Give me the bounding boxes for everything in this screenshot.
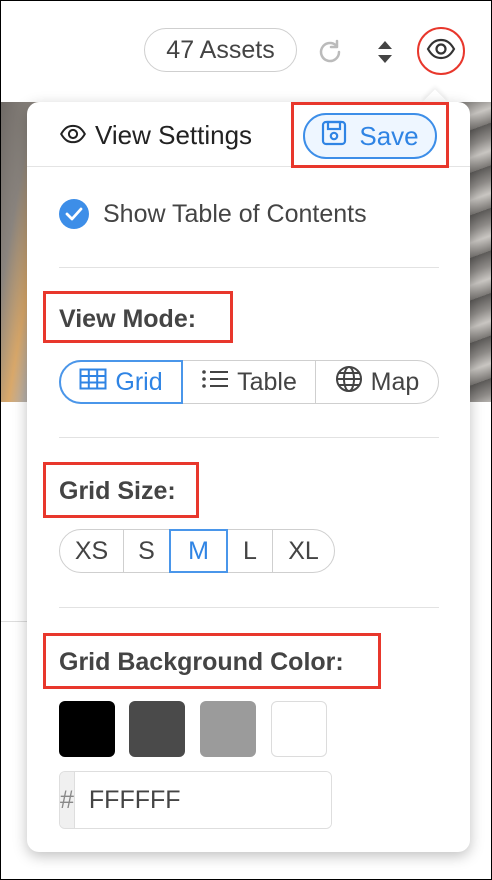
hex-color-input[interactable] (74, 772, 331, 828)
grid-size-s-label: S (138, 536, 155, 565)
list-icon (201, 368, 229, 397)
eye-icon (59, 120, 87, 151)
grid-size-l-label: L (243, 536, 257, 565)
sort-icon[interactable] (371, 35, 399, 69)
save-label: Save (359, 120, 419, 151)
assets-count-badge[interactable]: 47 Assets (144, 28, 297, 72)
grid-size-xl-label: XL (288, 536, 319, 565)
grid-size-xs[interactable]: XS (60, 530, 124, 572)
refresh-icon[interactable] (313, 35, 347, 69)
swatch-gray[interactable] (200, 701, 256, 757)
view-mode-grid[interactable]: Grid (59, 360, 183, 404)
show-toc-checkbox[interactable]: Show Table of Contents (59, 198, 367, 230)
view-mode-grid-label: Grid (115, 367, 163, 396)
hex-color-field: # (59, 771, 332, 829)
grid-size-m[interactable]: M (169, 529, 228, 573)
swatch-black[interactable] (59, 701, 115, 757)
hex-prefix: # (60, 772, 75, 828)
grid-icon (79, 368, 107, 397)
view-mode-map[interactable]: Map (316, 361, 438, 403)
save-icon (321, 120, 347, 153)
view-mode-table-label: Table (237, 367, 297, 396)
view-settings-panel: View Settings Save Show Table of Content… (27, 102, 470, 852)
swatch-dark-gray[interactable] (129, 701, 185, 757)
view-mode-map-label: Map (370, 367, 420, 396)
grid-size-l[interactable]: L (228, 530, 273, 572)
grid-size-m-label: M (188, 536, 209, 565)
panel-title: View Settings (59, 119, 252, 151)
eye-icon (426, 38, 456, 65)
divider (59, 437, 439, 438)
show-toc-label: Show Table of Contents (103, 199, 367, 228)
divider (59, 267, 439, 268)
panel-title-label: View Settings (95, 119, 253, 150)
app-window: 47 Assets View Settings Save Show Table … (0, 0, 492, 880)
view-settings-button[interactable] (417, 27, 465, 75)
assets-count-label: 47 Assets (166, 35, 275, 64)
swatch-white[interactable] (271, 701, 327, 757)
view-mode-table[interactable]: Table (183, 361, 316, 403)
grid-size-title: Grid Size: (59, 477, 176, 505)
globe-icon (335, 365, 363, 400)
view-mode-title: View Mode: (59, 305, 197, 333)
grid-size-s[interactable]: S (124, 530, 170, 572)
view-mode-selector: Grid Table Map (59, 360, 439, 404)
checkmark-icon (59, 199, 89, 229)
grid-bg-title: Grid Background Color: (59, 648, 344, 676)
panel-header: View Settings Save (27, 102, 470, 168)
divider (59, 607, 439, 608)
grid-size-xs-label: XS (74, 536, 109, 565)
grid-size-xl[interactable]: XL (273, 530, 334, 572)
save-button[interactable]: Save (303, 113, 437, 159)
grid-size-selector: XS S M L XL (59, 529, 335, 573)
